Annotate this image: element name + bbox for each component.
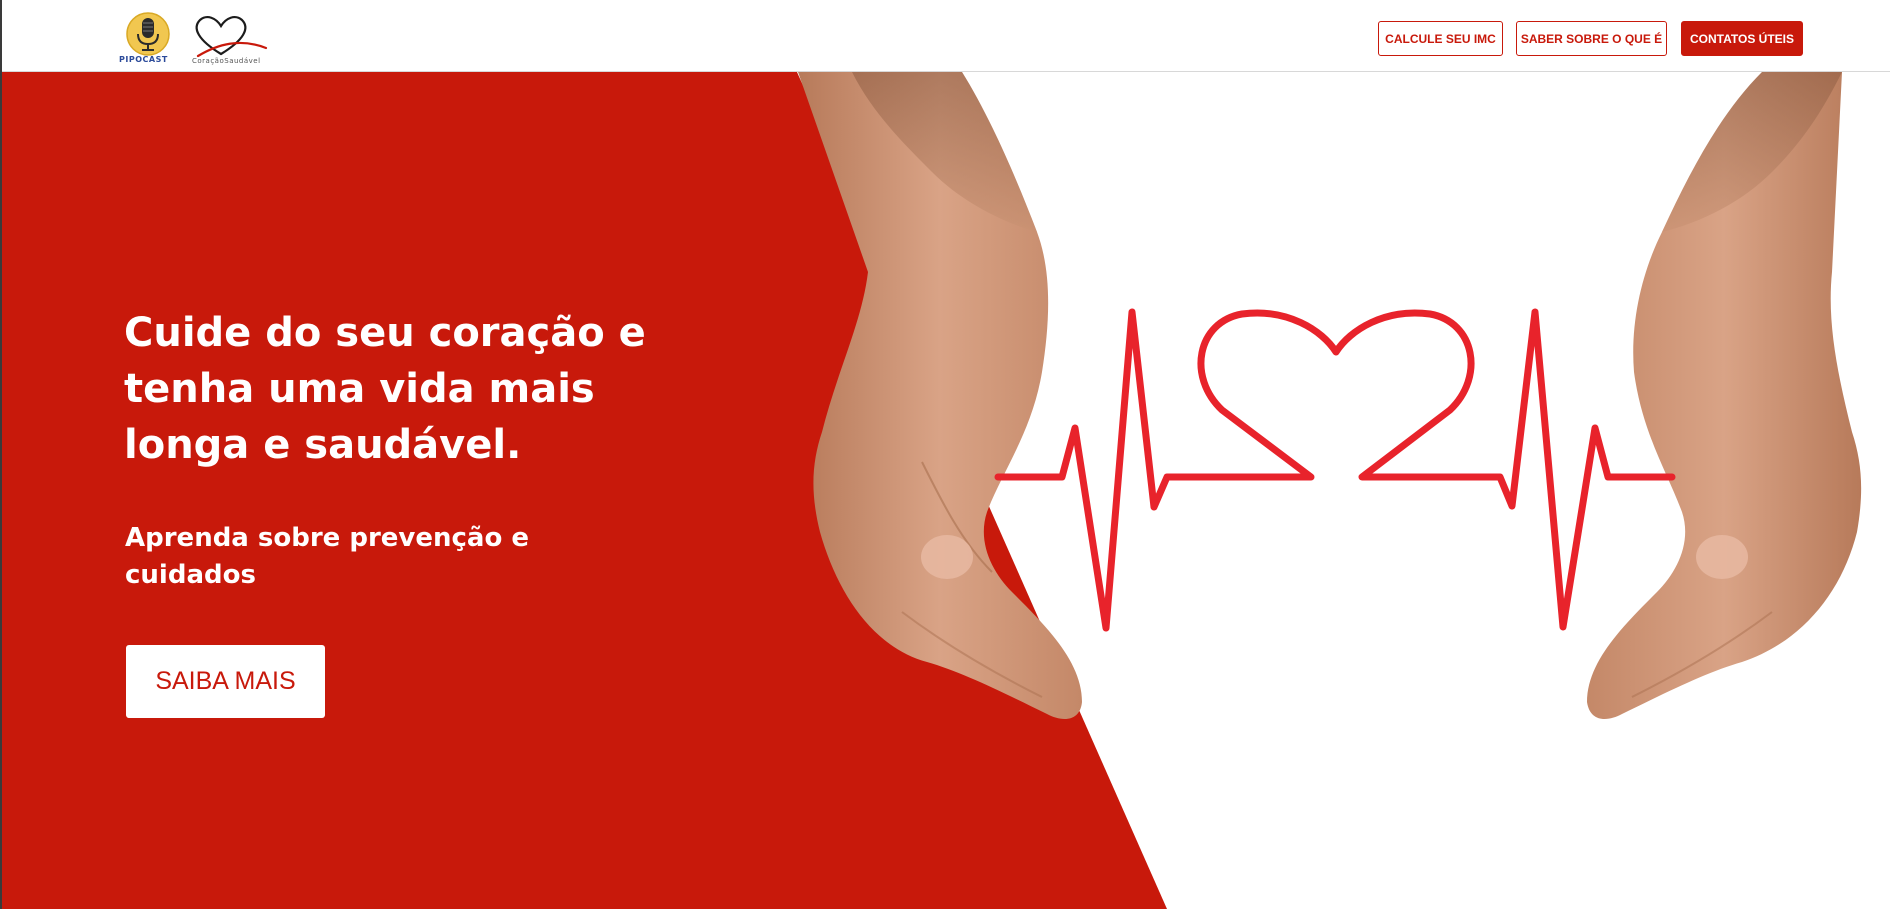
heart-logo-caption: CoraçãoSaudável xyxy=(192,57,261,65)
page-viewport: PIPOCAST CoraçãoSaudável CALCULE SEU IMC… xyxy=(2,0,1890,909)
site-header: PIPOCAST CoraçãoSaudável CALCULE SEU IMC… xyxy=(2,0,1890,72)
learn-more-button[interactable]: SAIBA MAIS xyxy=(126,645,325,718)
heartbeat-heart-line xyxy=(994,308,1676,632)
useful-contacts-button[interactable]: CONTATOS ÚTEIS xyxy=(1681,21,1803,56)
hero-illustration xyxy=(2,72,1862,909)
right-hand-image xyxy=(1587,72,1862,719)
calculate-bmi-button[interactable]: CALCULE SEU IMC xyxy=(1378,21,1503,56)
heart-logo[interactable]: CoraçãoSaudável xyxy=(188,12,274,66)
hero-title: Cuide do seu coração e tenha uma vida ma… xyxy=(124,310,646,468)
hero-section: Cuide do seu coração e tenha uma vida ma… xyxy=(2,72,1890,909)
hero-subtitle: Aprenda sobre prevenção e cuidados xyxy=(125,523,530,590)
podcast-logo[interactable]: PIPOCAST xyxy=(118,12,178,64)
podcast-logo-caption: PIPOCAST xyxy=(119,55,168,64)
learn-about-button[interactable]: SABER SOBRE O QUE É xyxy=(1516,21,1667,56)
